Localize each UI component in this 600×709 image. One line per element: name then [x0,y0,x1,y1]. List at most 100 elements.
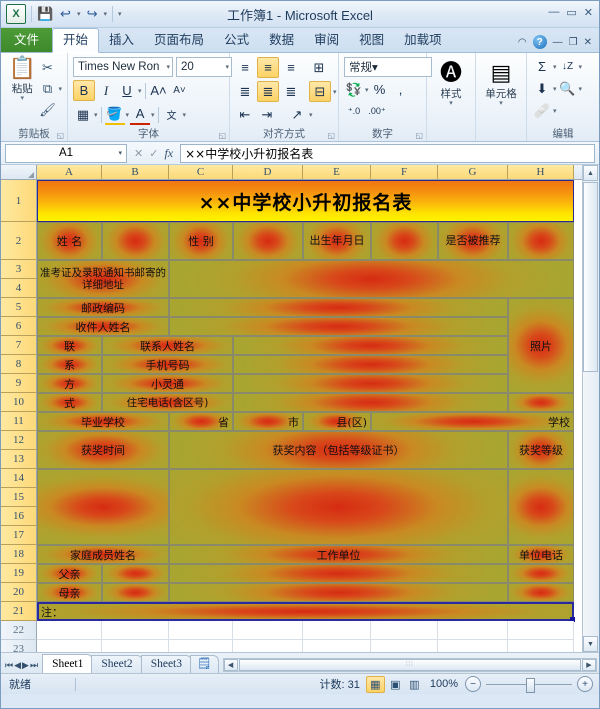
underline-button[interactable]: U [117,81,137,100]
row-header-4[interactable]: 4 [1,279,37,298]
formula-input[interactable]: ××中学校小升初报名表 [180,144,595,163]
cell-empty[interactable] [508,640,574,652]
scroll-left-button[interactable]: ◀ [224,659,238,671]
align-bottom-icon[interactable]: ≡ [281,58,301,77]
cell-empty[interactable] [169,640,233,652]
cell-recipient-value[interactable] [169,317,508,336]
orientation-dropdown-icon[interactable]: ▾ [309,111,313,119]
cell-empty[interactable] [37,621,102,640]
cell-recipient-label[interactable]: 收件人姓名 [37,317,169,336]
increase-decimal-icon[interactable]: ⁺.0 [344,102,364,121]
cell-photo-bottom[interactable] [508,393,574,412]
scroll-down-button[interactable]: ▼ [583,636,598,652]
cell-empty[interactable] [37,640,102,652]
normal-view-icon[interactable]: ▦ [366,676,385,693]
minimize-button[interactable]: — [548,6,559,19]
column-header-e[interactable]: E [303,165,371,180]
next-sheet-icon[interactable]: ▶ [22,660,29,671]
row-header-19[interactable]: 19 [1,564,37,583]
phonetic-dropdown-icon[interactable]: ▾ [183,111,187,119]
cancel-formula-icon[interactable]: ✕ [134,147,143,160]
borders-icon[interactable]: ▦ [73,105,93,124]
insert-worksheet-icon[interactable]: 🗒 [190,655,219,673]
paste-button[interactable]: 📋 粘贴 ▾ [6,56,38,102]
row-header-5[interactable]: 5 [1,298,37,317]
cell-title[interactable]: ××中学校小升初报名表 [37,180,574,222]
row-header-18[interactable]: 18 [1,545,37,564]
cells-button[interactable]: ▤ 单元格 ▾ [481,61,521,107]
alignment-dialog-launcher[interactable]: ◱ [327,129,335,143]
cell-city[interactable]: 市 [233,412,303,431]
cut-icon[interactable]: ✂ [38,59,56,77]
row-header-8[interactable]: 8 [1,355,37,374]
accounting-dropdown-icon[interactable]: ▾ [365,86,369,94]
font-dialog-launcher[interactable]: ◱ [218,129,226,143]
find-dropdown-icon[interactable]: ▾ [579,85,583,93]
column-header-d[interactable]: D [233,165,303,180]
sheet-tab-sheet3[interactable]: Sheet3 [141,655,192,673]
page-break-view-icon[interactable]: ▥ [406,677,423,692]
styles-dropdown-icon[interactable]: ▾ [449,101,453,107]
format-painter-icon[interactable]: 🖌 [38,101,56,119]
row-header-20[interactable]: 20 [1,583,37,602]
clear-dropdown-icon[interactable]: ▾ [553,107,557,115]
cell-county[interactable]: 县(区) [303,412,371,431]
sheet-tab-sheet2[interactable]: Sheet2 [91,655,142,673]
row-header-11[interactable]: 11 [1,412,37,431]
cell-gender-label[interactable]: 性 别 [169,222,233,260]
cell-name-label[interactable]: 姓 名 [37,222,102,260]
row-header-16[interactable]: 16 [1,507,37,526]
comma-format-icon[interactable]: , [391,80,411,99]
tab-formulas[interactable]: 公式 [214,29,259,52]
percent-format-icon[interactable]: % [370,80,390,99]
book-minimize-button[interactable]: — [553,37,563,48]
cell-father-label[interactable]: 父亲 [37,564,102,583]
cell-address-value[interactable] [169,260,574,298]
tab-data[interactable]: 数据 [259,29,304,52]
cell-birth-value[interactable] [371,222,438,260]
scroll-up-button[interactable]: ▲ [583,165,598,181]
vertical-scrollbar-thumb[interactable] [583,182,598,372]
cell-empty[interactable] [102,621,169,640]
row-header-23[interactable]: 23 [1,640,37,652]
row-header-12[interactable]: 12 [1,431,37,450]
align-left-icon[interactable]: ≣ [235,82,255,101]
cell-school[interactable]: 学校 [371,412,574,431]
orientation-icon[interactable]: ↗ [287,105,307,124]
cell-empty[interactable] [438,621,508,640]
sheet-tab-sheet1[interactable]: Sheet1 [42,654,93,673]
cell-pas-value[interactable] [233,374,508,393]
zoom-level[interactable]: 100% [423,678,465,690]
italic-button[interactable]: I [96,81,116,100]
cell-father-unit-phone[interactable] [508,564,574,583]
cell-postcode-value[interactable] [169,298,508,317]
row-header-14[interactable]: 14 [1,469,37,488]
cell-contact-char-2[interactable]: 系 [37,355,102,374]
copy-icon[interactable]: ⧉ [38,80,56,98]
cell-empty[interactable] [233,640,303,652]
cell-empty[interactable] [438,640,508,652]
cell-unit-phone-label[interactable]: 单位电话 [508,545,574,564]
font-name-dropdown-icon[interactable]: ▾ [162,63,170,71]
cell-gender-value[interactable] [233,222,303,260]
cell-award-time-label[interactable]: 获奖时间 [37,431,169,469]
bold-button[interactable]: B [73,80,95,101]
row-header-2[interactable]: 2 [1,222,37,260]
cell-empty[interactable] [371,640,438,652]
cell-mother-label[interactable]: 母亲 [37,583,102,602]
borders-dropdown-icon[interactable]: ▾ [94,111,98,119]
column-header-a[interactable]: A [37,165,102,180]
cell-mother-unit-phone[interactable] [508,583,574,602]
scroll-right-button[interactable]: ▶ [582,659,596,671]
cell-family-member-label[interactable]: 家庭成员姓名 [37,545,169,564]
clear-icon[interactable]: 🩹 [532,101,552,120]
row-header-7[interactable]: 7 [1,336,37,355]
row-header-13[interactable]: 13 [1,450,37,469]
horizontal-scrollbar-thumb[interactable]: ⦙⦙⦙ [239,659,581,671]
page-layout-view-icon[interactable]: ▣ [387,677,404,692]
enter-formula-icon[interactable]: ✓ [149,147,158,160]
tab-insert[interactable]: 插入 [99,29,144,52]
cell-empty[interactable] [102,640,169,652]
cell-empty[interactable] [169,621,233,640]
sort-dropdown-icon[interactable]: ▾ [579,63,583,71]
